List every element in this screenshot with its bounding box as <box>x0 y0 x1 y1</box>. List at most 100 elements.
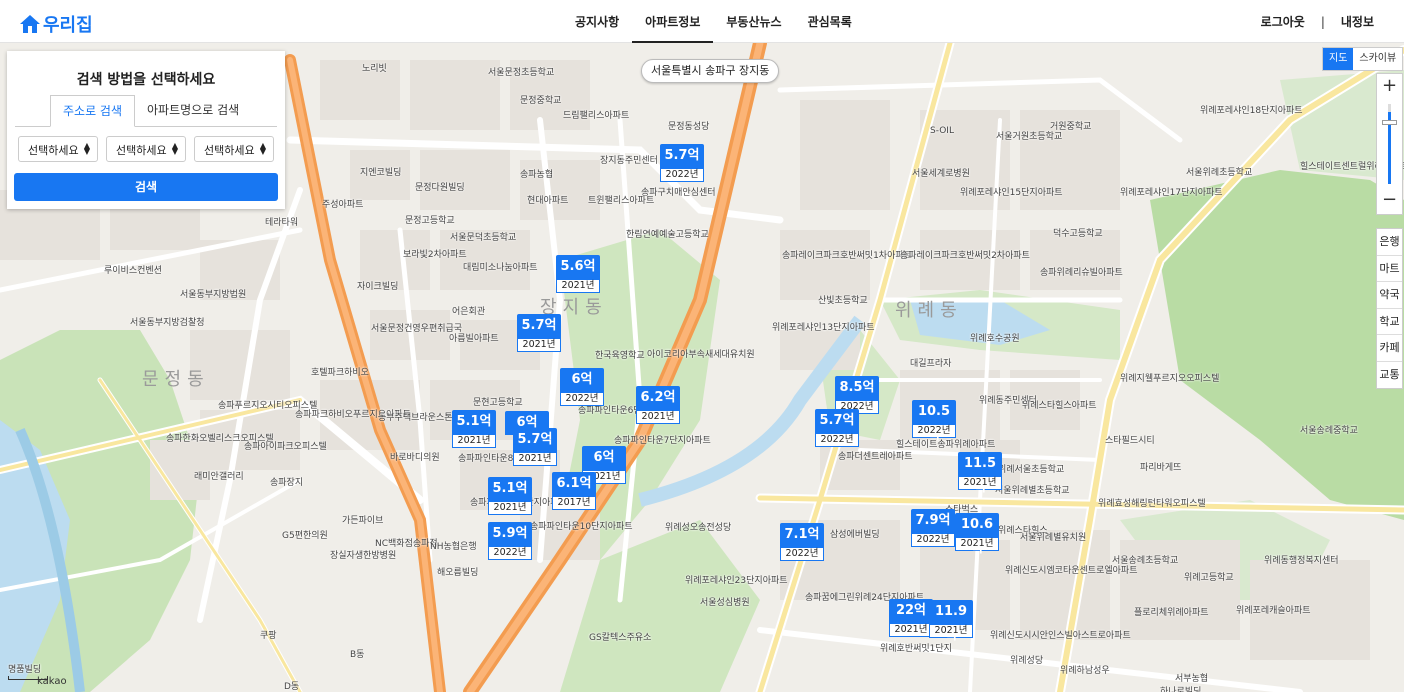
map-label: 위례호반써밋1단지 <box>880 644 952 654</box>
map-label: 위례포레샤인23단지아파트 <box>685 576 788 586</box>
price-marker[interactable]: 5.1억 2021년 <box>488 477 532 515</box>
map-label: 위례포레캐슬아파트 <box>1236 606 1311 616</box>
map-label: 아름빌아파트 <box>449 334 499 344</box>
nav-notice[interactable]: 공지사항 <box>562 0 632 43</box>
category-bank[interactable]: 은행 <box>1377 229 1402 256</box>
price-marker[interactable]: 22억 2021년 <box>889 599 933 637</box>
category-mart[interactable]: 마트 <box>1377 256 1402 282</box>
map-label: 서울문덕초등학교 <box>450 233 517 243</box>
category-menu: 은행 마트 약국 학교 카페 교통 <box>1376 228 1403 389</box>
map-type-toggle: 지도 스카이뷰 <box>1322 47 1404 71</box>
search-tabs: 주소로 검색 아파트명으로 검색 <box>15 95 277 127</box>
map-label: 거원중학교 <box>1050 122 1092 132</box>
map-label: 송파파인타운10단지아파트 <box>530 522 633 532</box>
map-label: 쿠팡 <box>260 631 277 641</box>
price-marker[interactable]: 5.1억 2021년 <box>452 410 496 448</box>
logo[interactable]: 우리집 <box>19 11 93 37</box>
search-button[interactable]: 검색 <box>14 173 278 201</box>
map-label: 송파아이파크오피스텔 <box>244 442 327 452</box>
marker-price: 10.5억 <box>912 400 956 443</box>
district-select[interactable]: 선택하세요 ▲ ▼ <box>106 136 186 162</box>
price-marker[interactable]: 5.7억 2021년 <box>517 314 561 352</box>
price-marker[interactable]: 10.6억2021년 <box>955 513 999 556</box>
map-label: 위례지웰푸르지오오피스텔 <box>1120 374 1220 384</box>
price-marker[interactable]: 6억 2022년 <box>560 368 604 406</box>
zoom-in-button[interactable]: + <box>1377 74 1402 100</box>
marker-price: 5.1억 <box>452 410 496 434</box>
price-marker[interactable]: 11.5억2021년 <box>958 452 1002 495</box>
marker-year: 2022년 <box>815 433 859 447</box>
map-label: 래미안갤러리 <box>194 472 244 482</box>
map-label: 위례성당 <box>1010 656 1044 666</box>
map-label: 산빛초등학교 <box>818 296 868 306</box>
zoom-out-button[interactable]: − <box>1377 188 1402 214</box>
nav-apartment-info[interactable]: 아파트정보 <box>632 0 714 43</box>
map-type-skyview[interactable]: 스카이뷰 <box>1353 48 1402 70</box>
price-marker[interactable]: 6.2억 2021년 <box>636 386 680 424</box>
map-label: 송파장지 <box>270 478 304 488</box>
map-label: NH농협은행 <box>430 542 477 552</box>
map-label: 하나로빌딩 <box>1160 687 1202 692</box>
marker-price: 5.7억 <box>513 428 557 452</box>
marker-year: 2021년 <box>955 537 999 551</box>
marker-year: 2021년 <box>488 501 532 515</box>
marker-year: 2021년 <box>636 410 680 424</box>
map-label: 서부농협 <box>1175 674 1209 684</box>
map-label: 서울송례초등학교 <box>1112 556 1179 566</box>
map-label: 위례호수공원 <box>970 334 1020 344</box>
price-marker[interactable]: 5.7억 2022년 <box>660 144 704 182</box>
map-label: 위례신도시시안인스빌아스트로아파트 <box>990 631 1131 641</box>
map-label: 위례포레샤인17단지아파트 <box>1120 188 1223 198</box>
map-label: 송파레이크파크호반써밋1차아파트 <box>782 251 912 261</box>
my-info-link[interactable]: 내정보 <box>1341 13 1374 30</box>
category-cafe[interactable]: 카페 <box>1377 335 1402 362</box>
nav-favorites[interactable]: 관심목록 <box>795 0 865 43</box>
map-label: 송파파인타운7단지아파트 <box>614 436 711 446</box>
marker-year: 2017년 <box>552 496 596 510</box>
price-marker[interactable]: 5.9억 2022년 <box>488 522 532 560</box>
price-marker[interactable]: 10.5억2022년 <box>912 400 956 443</box>
map-type-map[interactable]: 지도 <box>1323 48 1354 70</box>
category-transport[interactable]: 교통 <box>1377 362 1402 389</box>
logout-link[interactable]: 로그아웃 <box>1261 13 1305 30</box>
map-label: 위례포레샤인13단지아파트 <box>772 323 875 333</box>
marker-year: 2021년 <box>517 338 561 352</box>
price-marker[interactable]: 7.1억 2022년 <box>780 523 824 561</box>
map-label: 삼성에버빌딩 <box>830 530 880 540</box>
category-school[interactable]: 학교 <box>1377 309 1402 335</box>
price-marker[interactable]: 11.9억2021년 <box>929 600 973 643</box>
marker-price: 7.9억 <box>911 509 955 533</box>
marker-price: 5.6억 <box>556 255 600 279</box>
map-label: 한림연예예술고등학교 <box>626 230 709 240</box>
price-marker[interactable]: 6.1억 2017년 <box>552 472 596 510</box>
map-label: 서울성심병원 <box>700 598 750 608</box>
map-label: 대림미소나눔아파트 <box>463 263 538 273</box>
map-label: 대길프라자 <box>910 359 952 369</box>
price-marker[interactable]: 5.6억 2021년 <box>556 255 600 293</box>
house-icon <box>20 15 40 33</box>
marker-price: 6억 <box>560 368 604 392</box>
map-label: 아이코리아부속새세대유치원 <box>647 350 755 360</box>
map-label: 위례스타힐스아파트 <box>1022 401 1097 411</box>
marker-year: 2021년 <box>929 624 973 638</box>
tab-apartment-name-search[interactable]: 아파트명으로 검색 <box>135 95 251 127</box>
map-label: 현대아파트 <box>527 196 569 206</box>
price-marker[interactable]: 5.7억 2021년 <box>513 428 557 466</box>
zoom-slider-handle[interactable] <box>1382 120 1397 125</box>
price-marker[interactable]: 5.7억 2022년 <box>815 409 859 447</box>
price-marker[interactable]: 7.9억 2022년 <box>911 509 955 547</box>
dong-select[interactable]: 선택하세요 ▲ ▼ <box>194 136 274 162</box>
city-select[interactable]: 선택하세요 ▲ ▼ <box>18 136 98 162</box>
map-label: 위례동행정복지센터 <box>1264 556 1339 566</box>
map-label: 파리바게뜨 <box>1140 463 1182 473</box>
map-label: 문정고등학교 <box>405 216 455 226</box>
map-label: 덕수고등학교 <box>1053 229 1103 239</box>
marker-price: 5.1억 <box>488 477 532 501</box>
nav-real-estate-news[interactable]: 부동산뉴스 <box>713 0 794 43</box>
marker-year: 2022년 <box>560 392 604 406</box>
map-label: 테라타워 <box>265 218 299 228</box>
tab-address-search[interactable]: 주소로 검색 <box>50 95 136 127</box>
map-label: 호텔파크하비오 <box>311 368 369 378</box>
marker-price: 22억 <box>889 599 933 623</box>
category-pharmacy[interactable]: 약국 <box>1377 282 1402 309</box>
